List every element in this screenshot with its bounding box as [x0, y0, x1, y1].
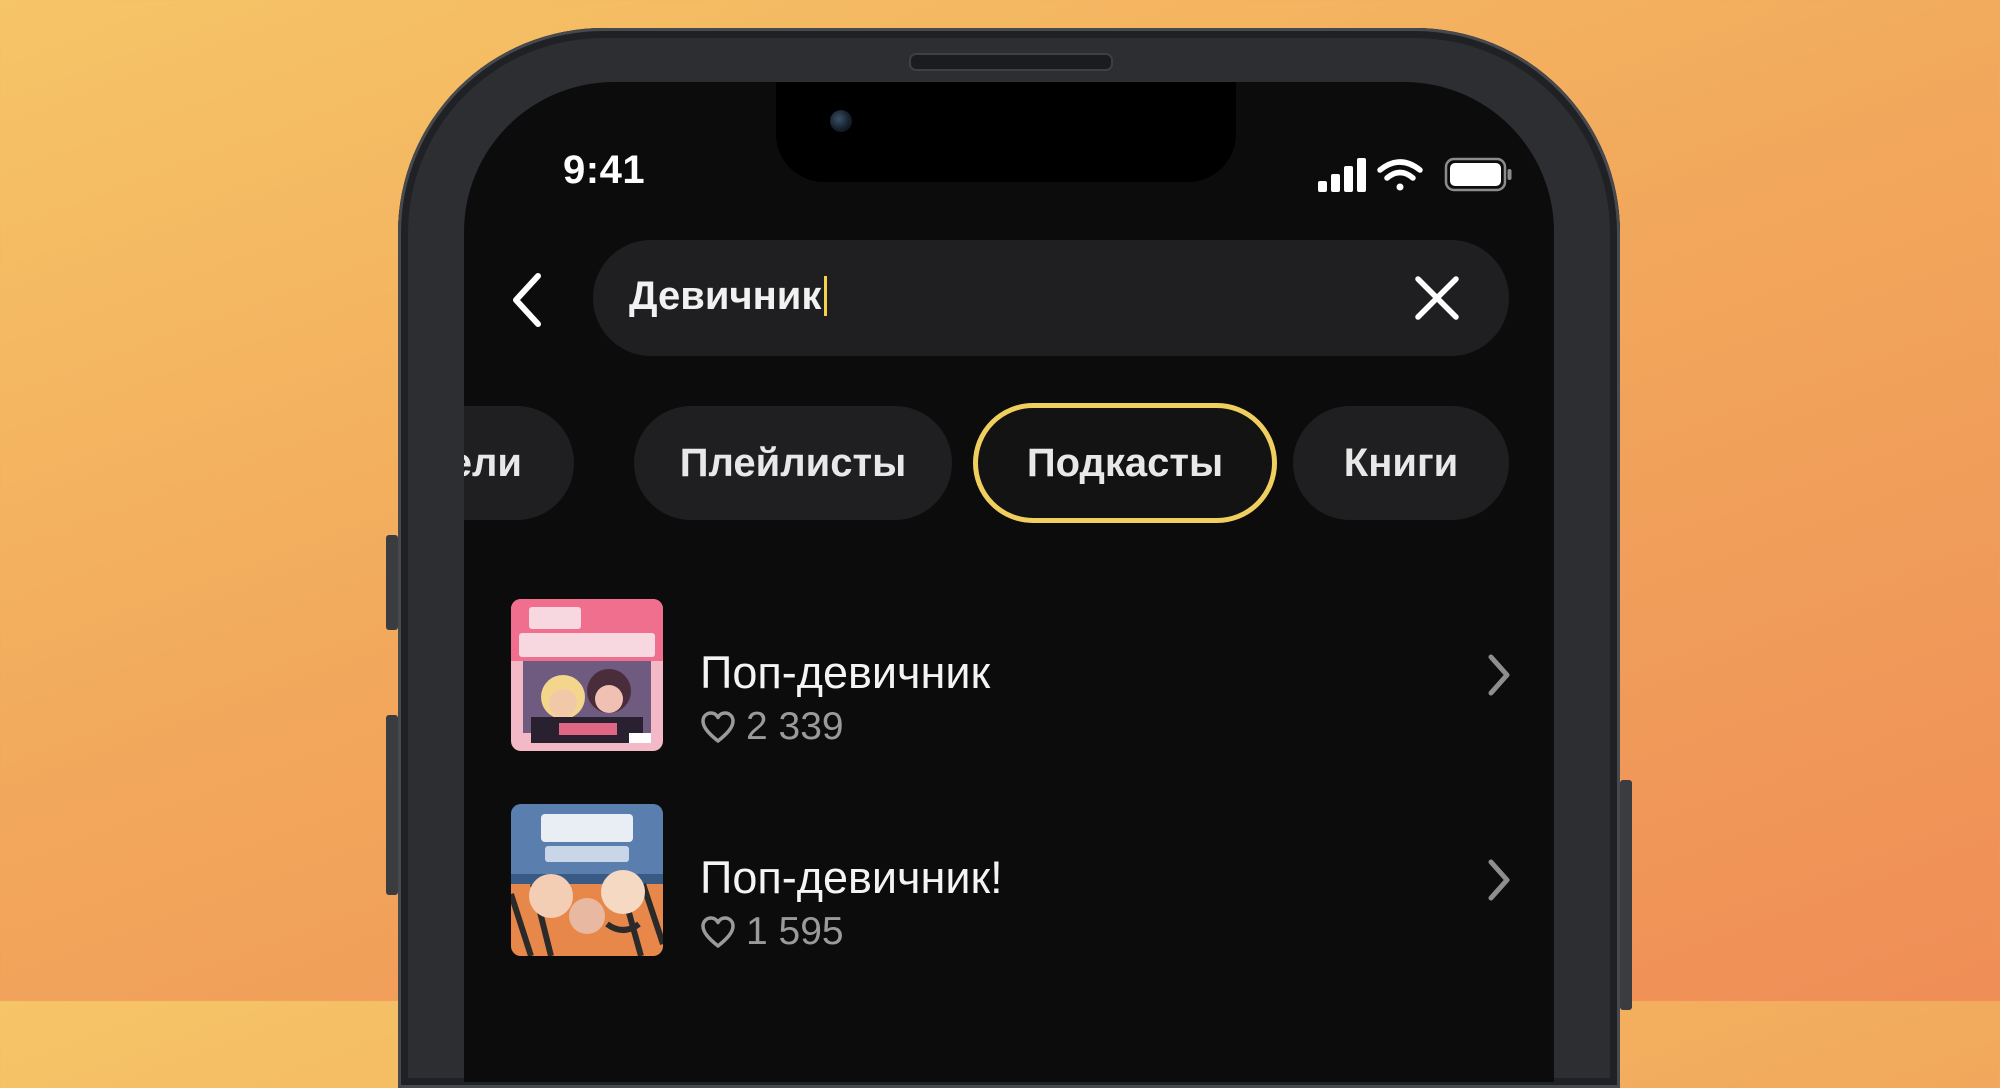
result-likes: 1 595	[700, 910, 844, 954]
result-item[interactable]: Поп-девичник! 1 595	[464, 800, 1554, 970]
chip-authors[interactable]: тели	[464, 406, 574, 520]
chevron-left-icon	[513, 273, 541, 327]
chip-label: Книги	[1343, 440, 1459, 485]
result-title: Поп-девичник	[700, 647, 991, 698]
heart-icon	[701, 711, 735, 743]
chip-label: Подкасты	[1026, 440, 1224, 485]
chevron-right-icon	[1488, 859, 1510, 901]
result-item[interactable]: Поп-девичник 2 339	[464, 595, 1554, 765]
back-button[interactable]	[500, 266, 560, 334]
chip-label: тели	[464, 440, 522, 485]
notch	[776, 82, 1236, 182]
heart-icon	[701, 916, 735, 948]
chip-podcasts-selected[interactable]: Подкасты	[973, 403, 1277, 523]
front-camera	[830, 110, 852, 132]
search-query-text: Девичник	[629, 274, 822, 318]
status-icons	[1318, 157, 1512, 192]
earpiece-speaker	[909, 53, 1113, 71]
cellular-signal-icon	[1318, 158, 1366, 192]
search-query: Девичник	[629, 274, 828, 319]
result-likes: 2 339	[700, 705, 844, 749]
search-input[interactable]: Девичник	[593, 240, 1509, 356]
likes-count: 1 595	[746, 910, 844, 953]
chip-label: Плейлисты	[679, 440, 907, 485]
podcast-cover-image	[511, 804, 663, 956]
likes-count: 2 339	[746, 705, 844, 748]
chip-playlists[interactable]: Плейлисты	[634, 406, 952, 520]
result-title: Поп-девичник!	[700, 852, 1003, 903]
status-time: 9:41	[563, 148, 646, 192]
power-button	[1620, 780, 1632, 1010]
chip-books[interactable]: Книги	[1293, 406, 1509, 520]
podcast-cover-image	[511, 599, 663, 751]
battery-icon	[1444, 157, 1512, 192]
wifi-icon	[1377, 159, 1423, 191]
chevron-right-icon	[1488, 654, 1510, 696]
close-icon	[1415, 276, 1459, 320]
clear-search-button[interactable]	[1409, 270, 1465, 326]
mute-switch	[386, 535, 398, 630]
filter-chips: тели Плейлисты Подкасты Книги	[464, 400, 1554, 525]
volume-button	[386, 715, 398, 895]
text-caret	[824, 276, 828, 316]
